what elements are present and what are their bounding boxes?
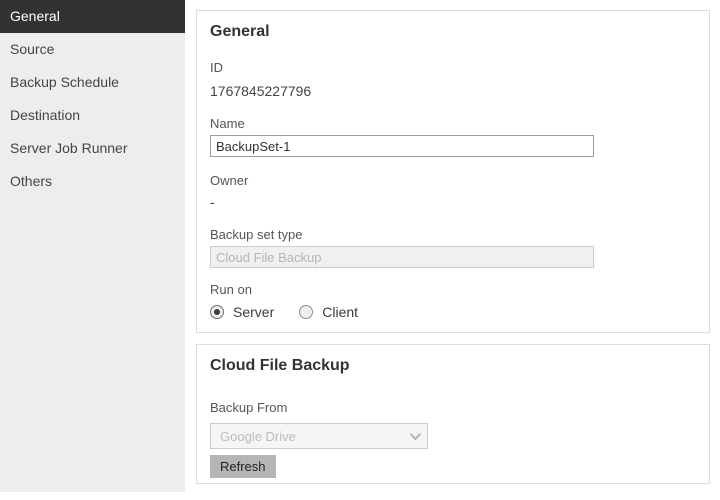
- sidebar-item-server-job-runner[interactable]: Server Job Runner: [0, 132, 185, 165]
- owner-label: Owner: [210, 173, 249, 188]
- backup-from-select: Google Drive: [210, 423, 428, 449]
- chevron-down-icon: [409, 428, 422, 441]
- backup-from-selected-value: Google Drive: [220, 428, 296, 444]
- radio-selected-icon: [210, 305, 224, 319]
- general-panel: General ID 1767845227796 Name Owner - Ba…: [196, 10, 710, 333]
- sidebar-item-destination[interactable]: Destination: [0, 99, 185, 132]
- sidebar: General Source Backup Schedule Destinati…: [0, 0, 185, 492]
- run-on-server-label: Server: [233, 304, 275, 320]
- sidebar-item-general[interactable]: General: [0, 0, 185, 33]
- cloud-file-backup-panel: Cloud File Backup Backup From Google Dri…: [196, 344, 710, 484]
- id-label: ID: [210, 60, 223, 75]
- name-label: Name: [210, 116, 245, 131]
- backup-from-label: Backup From: [210, 400, 288, 415]
- radio-unselected-icon: [299, 305, 314, 319]
- run-on-label: Run on: [210, 282, 252, 297]
- cloud-panel-title: Cloud File Backup: [210, 357, 350, 374]
- run-on-options: Server Client: [210, 304, 696, 320]
- name-input[interactable]: [210, 135, 594, 157]
- refresh-button[interactable]: Refresh: [210, 455, 276, 478]
- sidebar-item-backup-schedule[interactable]: Backup Schedule: [0, 66, 185, 99]
- general-panel-title: General: [210, 23, 270, 40]
- run-on-radio-client[interactable]: Client: [299, 304, 358, 320]
- backup-set-type-label: Backup set type: [210, 227, 303, 242]
- backup-set-type-input: [210, 246, 594, 268]
- run-on-client-label: Client: [322, 304, 359, 320]
- backup-set-settings-page: General Source Backup Schedule Destinati…: [0, 0, 720, 500]
- run-on-radio-server[interactable]: Server: [210, 304, 274, 320]
- main-content: General ID 1767845227796 Name Owner - Ba…: [196, 0, 710, 484]
- id-value: 1767845227796: [210, 83, 312, 99]
- owner-value: -: [210, 194, 215, 210]
- sidebar-item-others[interactable]: Others: [0, 165, 185, 198]
- sidebar-item-source[interactable]: Source: [0, 33, 185, 66]
